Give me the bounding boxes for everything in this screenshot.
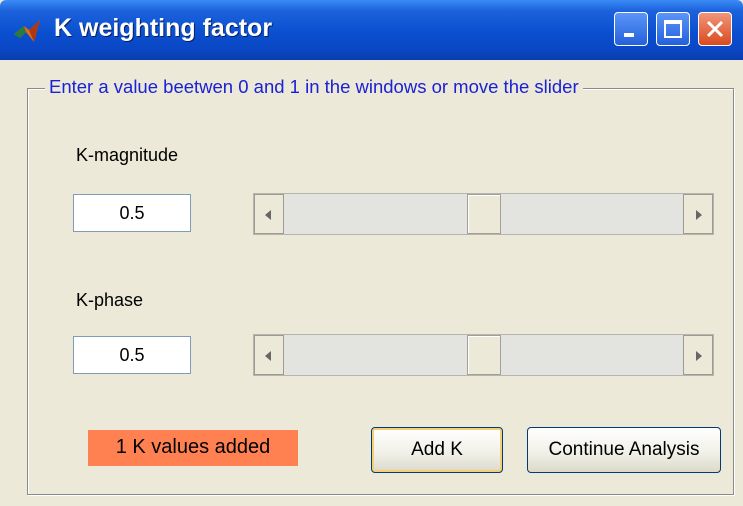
matlab-icon (12, 18, 42, 44)
arrow-right-icon (696, 351, 702, 361)
k-magnitude-slider-thumb[interactable] (466, 194, 501, 234)
window-title: K weighting factor (54, 14, 273, 42)
k-magnitude-label: K-magnitude (76, 145, 179, 165)
k-magnitude-slider[interactable] (253, 193, 714, 235)
arrow-right-icon (696, 210, 702, 220)
arrow-left-icon (265, 351, 271, 361)
slider-right-arrow[interactable] (683, 335, 713, 375)
title-bar[interactable]: K weighting factor (0, 0, 743, 60)
slider-right-arrow[interactable] (683, 194, 713, 234)
k-phase-input[interactable]: 0.5 (73, 336, 191, 374)
maximize-button[interactable] (656, 12, 690, 46)
minimize-button[interactable] (614, 12, 648, 46)
status-label: 1 K values added (88, 430, 298, 466)
k-phase-slider[interactable] (253, 334, 714, 376)
close-button[interactable] (698, 12, 732, 46)
slider-left-arrow[interactable] (254, 335, 284, 375)
continue-analysis-button[interactable]: Continue Analysis (527, 427, 721, 473)
maximize-icon (664, 20, 682, 38)
k-phase-label: K-phase (76, 290, 144, 310)
minimize-icon (624, 33, 634, 37)
arrow-left-icon (265, 210, 271, 220)
k-magnitude-input[interactable]: 0.5 (73, 194, 191, 232)
close-icon (706, 20, 724, 38)
slider-left-arrow[interactable] (254, 194, 284, 234)
add-k-button[interactable]: Add K (371, 427, 503, 473)
k-weighting-window: K weighting factor Enter a value beetwen… (0, 0, 743, 506)
group-box-title: Enter a value beetwen 0 and 1 in the win… (45, 76, 583, 98)
k-phase-slider-thumb[interactable] (466, 335, 501, 375)
